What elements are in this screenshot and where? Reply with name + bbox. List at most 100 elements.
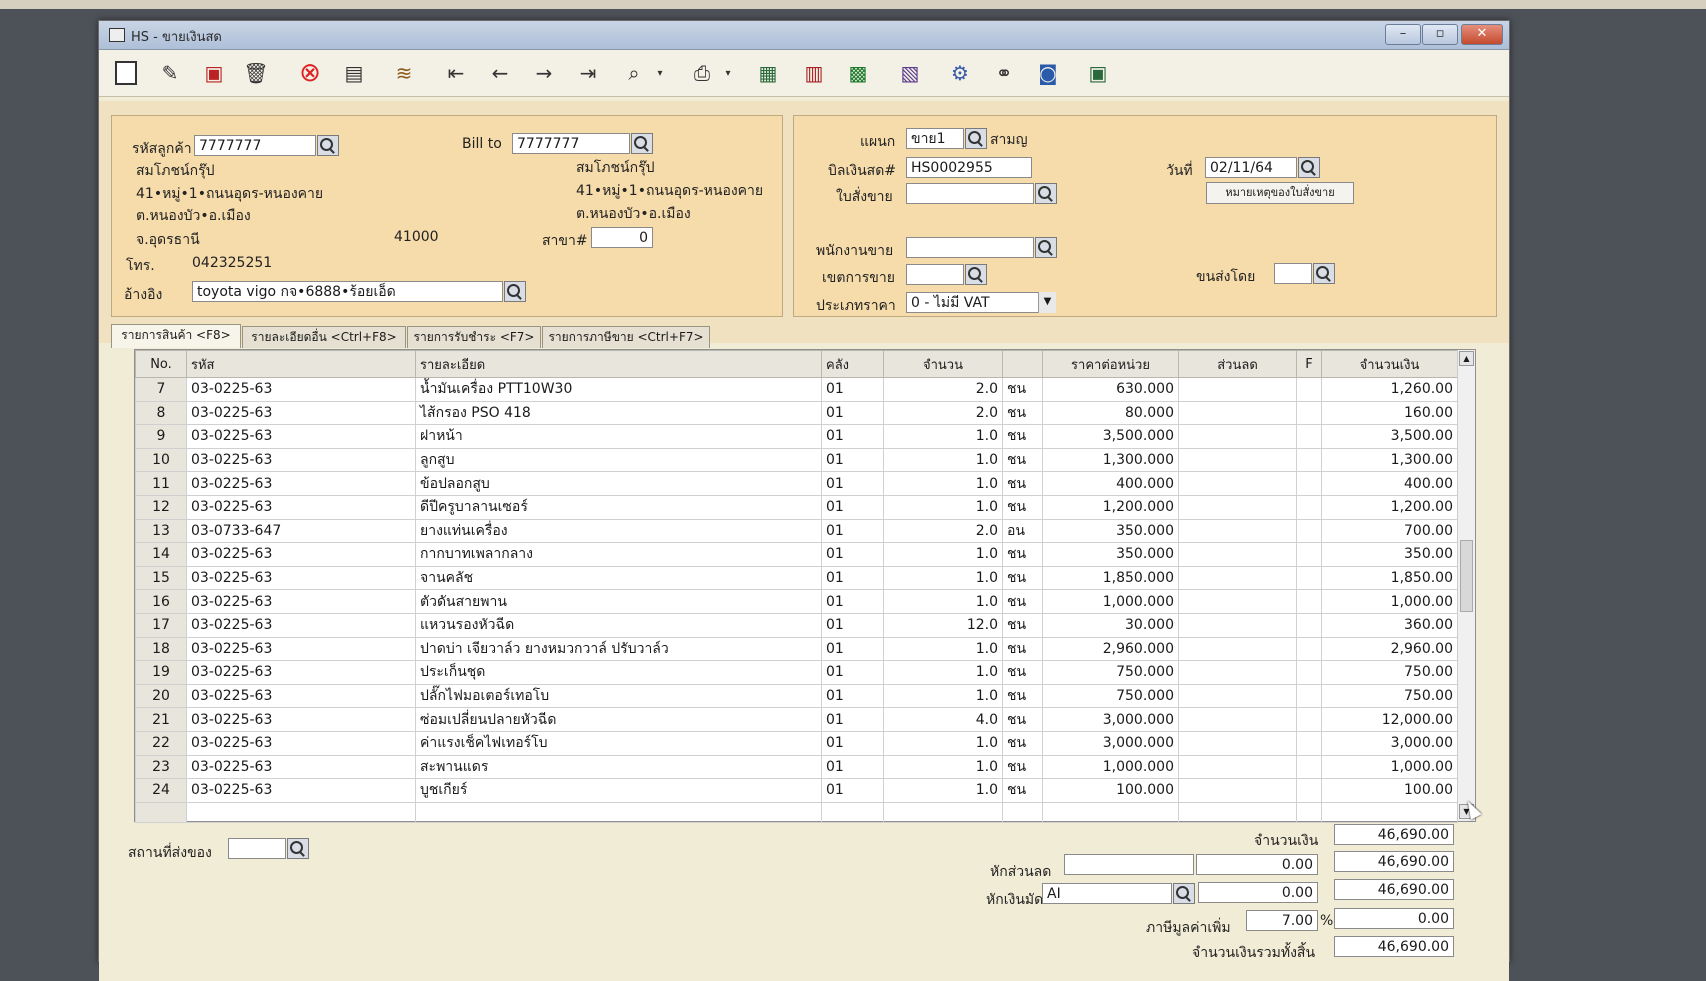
sales-order-input[interactable] bbox=[906, 183, 1034, 204]
deposit-value-input[interactable]: 0.00 bbox=[1198, 882, 1318, 903]
row-unit[interactable]: อน bbox=[1002, 518, 1043, 544]
row-quantity[interactable]: 1.0 bbox=[883, 471, 1003, 496]
row-no[interactable]: 12 bbox=[135, 494, 187, 520]
empty-cell[interactable] bbox=[135, 801, 187, 823]
empty-cell[interactable] bbox=[1296, 801, 1322, 823]
row-no[interactable]: 10 bbox=[135, 447, 187, 473]
row-unit-price[interactable]: 750.000 bbox=[1042, 683, 1179, 709]
table-row[interactable]: 22 03-0225-63 ค่าแรงเช็คไฟเทอร์โบ 01 1.0 ชน 3,… bbox=[135, 730, 1458, 756]
row-unit[interactable]: ชน bbox=[1002, 424, 1043, 449]
row-unit-price[interactable]: 80.000 bbox=[1042, 400, 1179, 426]
row-unit-price[interactable]: 350.000 bbox=[1042, 542, 1179, 567]
row-unit-price[interactable]: 3,000.000 bbox=[1042, 707, 1179, 732]
row-code[interactable]: 03-0225-63 bbox=[186, 447, 416, 473]
row-flag[interactable] bbox=[1296, 494, 1322, 520]
row-unit[interactable]: ชน bbox=[1002, 778, 1043, 803]
row-flag[interactable] bbox=[1296, 377, 1322, 402]
row-warehouse[interactable]: 01 bbox=[821, 612, 884, 638]
tab-sales-tax[interactable]: รายการภาษีขาย <Ctrl+F7> bbox=[542, 326, 710, 348]
row-code[interactable]: 03-0225-63 bbox=[186, 636, 416, 662]
row-warehouse[interactable]: 01 bbox=[821, 400, 884, 426]
row-code[interactable]: 03-0225-63 bbox=[186, 683, 416, 709]
grid-scrollbar[interactable]: ▲ ▼ bbox=[1457, 350, 1475, 821]
row-unit-price[interactable]: 750.000 bbox=[1042, 660, 1179, 685]
row-warehouse[interactable]: 01 bbox=[821, 754, 884, 780]
row-flag[interactable] bbox=[1296, 612, 1322, 638]
row-description[interactable]: สะพานแดร bbox=[415, 754, 822, 780]
row-no[interactable]: 8 bbox=[135, 400, 187, 426]
col-description[interactable]: รายละเอียด bbox=[415, 350, 822, 378]
copy-icon[interactable]: ▣ bbox=[199, 58, 229, 88]
col-quantity[interactable]: จำนวน bbox=[883, 350, 1003, 378]
row-unit-price[interactable]: 1,000.000 bbox=[1042, 589, 1179, 614]
col-no[interactable]: No. bbox=[135, 350, 187, 378]
row-amount[interactable]: 1,200.00 bbox=[1321, 494, 1458, 520]
col-flag[interactable]: F bbox=[1296, 350, 1322, 378]
empty-cell[interactable] bbox=[1042, 801, 1179, 823]
row-warehouse[interactable]: 01 bbox=[821, 565, 884, 591]
row-no[interactable]: 15 bbox=[135, 565, 187, 591]
row-description[interactable]: กากบาทเพลากลาง bbox=[415, 542, 822, 567]
row-amount[interactable]: 360.00 bbox=[1321, 612, 1458, 638]
row-code[interactable]: 03-0225-63 bbox=[186, 612, 416, 638]
salesperson-lookup-button[interactable] bbox=[1035, 237, 1057, 258]
col-unit[interactable] bbox=[1002, 350, 1043, 378]
row-description[interactable]: ดีปีครูบาลานเซอร์ bbox=[415, 494, 822, 520]
find-dropdown-icon[interactable]: ▾ bbox=[645, 58, 675, 88]
row-discount[interactable] bbox=[1178, 471, 1297, 496]
row-warehouse[interactable]: 01 bbox=[821, 447, 884, 473]
row-unit-price[interactable]: 1,000.000 bbox=[1042, 754, 1179, 780]
tab-other-details[interactable]: รายละเอียดอื่น <Ctrl+F8> bbox=[242, 326, 406, 348]
row-description[interactable]: ลูกสูบ bbox=[415, 447, 822, 473]
close-window-button[interactable]: ✕ bbox=[1461, 24, 1503, 45]
approve-icon[interactable]: ≋ bbox=[389, 58, 419, 88]
sales-area-input[interactable] bbox=[906, 264, 964, 285]
row-unit-price[interactable]: 2,960.000 bbox=[1042, 636, 1179, 662]
export-icon[interactable]: ▣ bbox=[1083, 58, 1113, 88]
row-unit[interactable]: ชน bbox=[1002, 707, 1043, 732]
row-quantity[interactable]: 1.0 bbox=[883, 683, 1003, 709]
row-unit-price[interactable]: 3,000.000 bbox=[1042, 730, 1179, 756]
department-input[interactable]: ขาย1 bbox=[906, 128, 964, 149]
row-unit-price[interactable]: 100.000 bbox=[1042, 778, 1179, 803]
row-code[interactable]: 03-0225-63 bbox=[186, 589, 416, 614]
row-quantity[interactable]: 1.0 bbox=[883, 754, 1003, 780]
row-flag[interactable] bbox=[1296, 471, 1322, 496]
row-unit[interactable]: ชน bbox=[1002, 683, 1043, 709]
row-unit-price[interactable]: 3,500.000 bbox=[1042, 424, 1179, 449]
row-unit[interactable]: ชน bbox=[1002, 612, 1043, 638]
table-row[interactable]: 20 03-0225-63 ปลั๊กไฟมอเตอร์เทอโบ 01 1.0 ชน 75… bbox=[135, 683, 1458, 709]
row-unit-price[interactable]: 350.000 bbox=[1042, 518, 1179, 544]
row-unit-price[interactable]: 1,300.000 bbox=[1042, 447, 1179, 473]
row-unit[interactable]: ชน bbox=[1002, 400, 1043, 426]
link-icon[interactable]: ⚭ bbox=[989, 58, 1019, 88]
bill-to-lookup-button[interactable] bbox=[631, 133, 653, 154]
row-warehouse[interactable]: 01 bbox=[821, 377, 884, 402]
row-unit[interactable]: ชน bbox=[1002, 660, 1043, 685]
report3-icon[interactable]: ▩ bbox=[843, 58, 873, 88]
next-record-icon[interactable]: → bbox=[529, 58, 559, 88]
row-warehouse[interactable]: 01 bbox=[821, 636, 884, 662]
row-quantity[interactable]: 1.0 bbox=[883, 447, 1003, 473]
row-unit[interactable]: ชน bbox=[1002, 636, 1043, 662]
row-discount[interactable] bbox=[1178, 424, 1297, 449]
col-amount[interactable]: จำนวนเงิน bbox=[1321, 350, 1458, 378]
table-row[interactable]: 9 03-0225-63 ฝาหน้า 01 1.0 ชน 3,500.000 3,500.0… bbox=[135, 424, 1458, 449]
row-amount[interactable]: 160.00 bbox=[1321, 400, 1458, 426]
row-warehouse[interactable]: 01 bbox=[821, 707, 884, 732]
row-description[interactable]: ตัวดันสายพาน bbox=[415, 589, 822, 614]
col-discount[interactable]: ส่วนลด bbox=[1178, 350, 1297, 378]
row-unit[interactable]: ชน bbox=[1002, 447, 1043, 473]
row-code[interactable]: 03-0225-63 bbox=[186, 542, 416, 567]
row-quantity[interactable]: 1.0 bbox=[883, 542, 1003, 567]
row-description[interactable]: ซ่อมเปลี่ยนปลายหัวฉีด bbox=[415, 707, 822, 732]
row-code[interactable]: 03-0225-63 bbox=[186, 377, 416, 402]
row-description[interactable]: น้ำมันเครื่อง PTT10W30 bbox=[415, 377, 822, 402]
table-row[interactable]: 24 03-0225-63 บูชเกียร์ 01 1.0 ชน 100.000 100.0… bbox=[135, 778, 1458, 803]
empty-cell[interactable] bbox=[186, 801, 416, 823]
table-row[interactable]: 12 03-0225-63 ดีปีครูบาลานเซอร์ 01 1.0 ชน 1,20… bbox=[135, 494, 1458, 520]
row-quantity[interactable]: 4.0 bbox=[883, 707, 1003, 732]
tools-icon[interactable]: ⚙ bbox=[945, 58, 975, 88]
row-amount[interactable]: 1,300.00 bbox=[1321, 447, 1458, 473]
print-dropdown-icon[interactable]: ▾ bbox=[713, 58, 743, 88]
